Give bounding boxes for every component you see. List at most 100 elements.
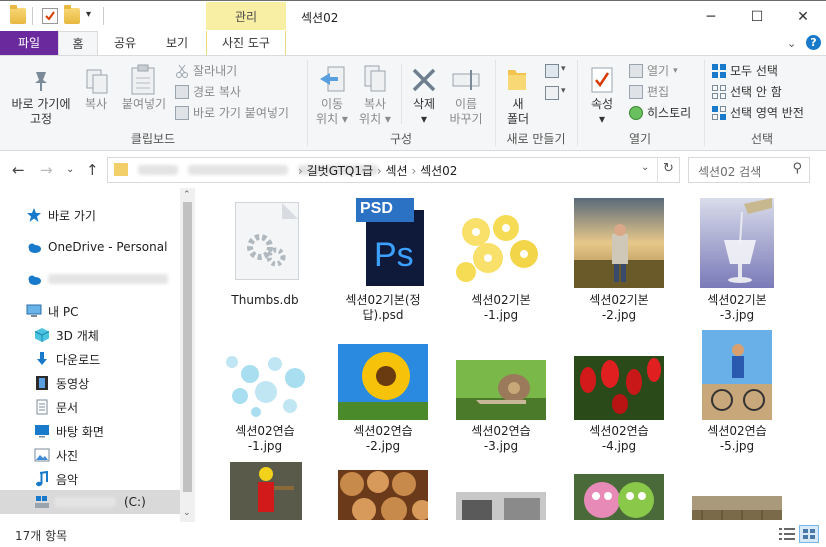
tab-file[interactable]: 파일 [0,31,58,55]
select-none-label: 선택 안 함 [730,85,782,99]
ribbon-collapse-icon[interactable]: ⌄ [787,37,796,50]
qat-dropdown-icon[interactable]: ▾ [86,9,91,20]
star-icon [27,208,41,222]
file-item-thumbs-db[interactable]: Thumbs.db [210,198,320,318]
copy-path-button[interactable]: 경로 복사 [175,84,241,100]
paste-button[interactable]: 붙여넣기 [116,97,172,112]
navigation-scrollbar[interactable]: ⌃ ⌄ [180,188,195,523]
address-bar[interactable]: › 길벗GTQ1급 › 섹션 › 섹션02 ⌄ ↻ [107,157,680,183]
copy-to-button[interactable]: 복사 위치 ▾ [353,97,397,127]
help-icon[interactable]: ? [806,35,821,50]
file-item-psd[interactable]: PSD Ps 섹션02기본(정 답).psd [328,198,438,322]
minimize-button[interactable]: ─ [688,1,734,32]
cyclist-thumbnail [702,330,772,420]
nav-label: 문서 [56,400,79,415]
copy-icon [84,68,110,99]
move-to-label-1: 이동 [320,97,344,111]
history-icon [629,106,643,120]
breadcrumb-item[interactable]: 섹션 [386,164,408,178]
context-tab-manage[interactable]: 관리 [206,2,286,30]
edit-button[interactable]: 편집 [629,84,669,100]
history-button[interactable]: 히스토리 [629,105,691,121]
new-item-dropdown-icon[interactable]: ▾ [561,64,566,74]
tab-picture-tools[interactable]: 사진 도구 [206,31,286,55]
file-item-row3-1[interactable] [210,460,320,520]
file-item-row3-2[interactable] [328,460,438,520]
worker-thumbnail [230,462,302,520]
nav-item-quick-access[interactable]: 바로 가기 [26,204,206,226]
open-dropdown-icon: ▾ [673,66,678,76]
blurred-label [54,497,116,507]
ribbon: 바로 가기에 고정 복사 붙여넣기 잘라내기 경로 복사 바로 가기 붙여넣기 클… [0,55,826,151]
water-drops-thumbnail [220,352,310,420]
select-all-button[interactable]: 모두 선택 [712,63,778,79]
paste-icon [129,64,157,99]
file-name: 섹션02기본 -2.jpg [589,293,649,322]
file-item-practice-2[interactable]: 섹션02연습 -2.jpg [328,328,438,458]
generic-file-icon [235,202,299,280]
up-arrow-icon[interactable]: ↑ [86,161,99,179]
tab-share[interactable]: 공유 [102,31,148,55]
new-item-icon[interactable] [545,64,559,78]
refresh-icon[interactable]: ↻ [663,161,674,176]
rename-button[interactable]: 이름 바꾸기 [444,97,488,127]
picture-icon [34,448,50,462]
properties-check-icon[interactable] [42,8,58,24]
new-folder-button[interactable]: 새 폴더 [500,97,536,127]
file-item-basic-3[interactable]: 섹션02기본 -3.jpg [682,198,792,322]
close-button[interactable]: ✕ [780,1,826,32]
group-label-organize: 구성 [389,132,413,146]
copy-button[interactable]: 복사 [78,97,114,112]
file-item-row3-4[interactable] [564,460,674,520]
details-view-icon[interactable] [779,527,795,541]
scroll-down-icon[interactable]: ⌄ [183,508,191,518]
search-icon: ⚲ [792,161,802,176]
move-to-icon [318,64,348,99]
back-arrow-icon[interactable]: ← [12,161,25,179]
file-item-practice-5[interactable]: 섹션02연습 -5.jpg [682,328,792,458]
drive-icon [35,496,49,508]
new-folder-label-1: 새 [512,97,524,111]
invert-selection-button[interactable]: 선택 영역 반전 [712,105,804,121]
file-item-row3-3[interactable] [446,460,556,520]
delete-button[interactable]: 삭제 ▾ [404,97,444,127]
easy-access-dropdown-icon[interactable]: ▾ [561,86,566,96]
file-item-practice-3[interactable]: 섹션02연습 -3.jpg [446,328,556,458]
file-item-practice-1[interactable]: 섹션02연습 -1.jpg [210,328,320,458]
easy-access-icon[interactable] [545,86,559,100]
pin-label-1: 바로 가기에 [11,97,71,111]
pin-button[interactable]: 바로 가기에 고정 [4,97,78,127]
new-folder-qat-icon[interactable] [64,5,80,24]
file-item-row3-5[interactable] [682,460,792,520]
breadcrumb-item[interactable]: 길벗GTQ1급 [307,164,373,178]
cut-button[interactable]: 잘라내기 [175,63,237,79]
file-item-basic-2[interactable]: 섹션02기본 -2.jpg [564,198,674,322]
scrollbar-thumb[interactable] [183,202,192,492]
move-to-button[interactable]: 이동 위치 ▾ [311,97,353,127]
item-count: 17개 항목 [15,529,68,543]
maximize-button[interactable]: ☐ [734,1,780,32]
paste-shortcut-button[interactable]: 바로 가기 붙여넣기 [175,105,289,121]
forward-arrow-icon[interactable]: → [40,161,53,179]
large-icons-view-icon[interactable] [799,525,819,543]
copy-to-label-2: 위치 ▾ [359,112,391,126]
tab-view[interactable]: 보기 [152,31,202,55]
file-item-practice-4[interactable]: 섹션02연습 -4.jpg [564,328,674,458]
address-dropdown-icon[interactable]: ⌄ [641,162,649,173]
nav-item-onedrive-account[interactable] [26,268,206,290]
search-input[interactable]: 섹션02 검색 ⚲ [688,157,810,183]
nav-item-onedrive[interactable]: OneDrive - Personal [26,236,206,258]
open-button[interactable]: 열기 ▾ [629,63,678,79]
cloud-icon [28,275,41,285]
pineapple-thumbnail [456,214,546,286]
nav-item-this-pc[interactable]: 내 PC [26,300,206,322]
tab-home[interactable]: 홈 [58,31,98,56]
nav-label: OneDrive - Personal [48,240,168,254]
nav-item-drive-c-selected[interactable]: (C:) [0,490,180,514]
select-none-button[interactable]: 선택 안 함 [712,84,782,100]
scroll-up-icon[interactable]: ⌃ [183,190,191,200]
recent-dropdown-icon[interactable]: ⌄ [66,164,74,175]
file-item-basic-1[interactable]: 섹션02기본 -1.jpg [446,198,556,322]
breadcrumb-item[interactable]: 섹션02 [420,164,457,178]
properties-button[interactable]: 속성 ▾ [582,97,622,127]
